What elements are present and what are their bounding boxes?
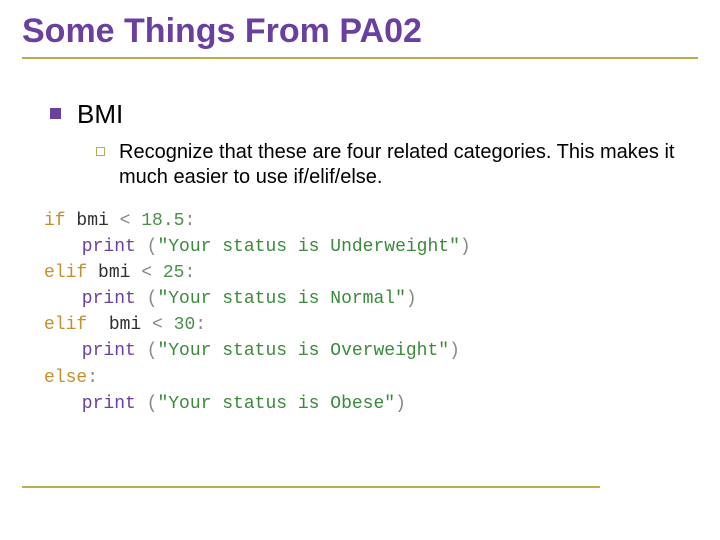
code-line-8: print ("Your status is Obese") <box>44 391 698 417</box>
rparen: ) <box>406 289 417 309</box>
str-normal: "Your status is Normal" <box>157 289 405 309</box>
colon: : <box>195 315 206 335</box>
code-line-7: else: <box>44 365 698 391</box>
kw-if: if <box>44 211 66 231</box>
ident-bmi: bmi <box>76 211 108 231</box>
code-line-5: elif bmi < 30: <box>44 312 698 338</box>
colon: : <box>184 263 195 283</box>
ident-bmi: bmi <box>109 315 141 335</box>
ident-bmi: bmi <box>98 263 130 283</box>
kw-elif: elif <box>44 315 87 335</box>
slide: Some Things From PA02 BMI Recognize that… <box>0 0 720 540</box>
code-line-3: elif bmi < 25: <box>44 260 698 286</box>
code-space <box>136 341 147 361</box>
code-space <box>87 263 98 283</box>
code-space <box>136 237 147 257</box>
fn-print: print <box>82 237 136 257</box>
num-25: 25 <box>163 263 185 283</box>
code-space <box>87 315 109 335</box>
kw-else: else <box>44 368 87 388</box>
str-overweight: "Your status is Overweight" <box>157 341 449 361</box>
square-bullet-icon <box>50 108 61 119</box>
op-lt: < <box>130 263 162 283</box>
footer-rule <box>22 486 600 488</box>
kw-elif: elif <box>44 263 87 283</box>
code-line-4: print ("Your status is Normal") <box>44 286 698 312</box>
op-lt: < <box>141 315 173 335</box>
fn-print: print <box>82 341 136 361</box>
colon: : <box>184 211 195 231</box>
bullet-level2: Recognize that these are four related ca… <box>96 140 698 190</box>
bullet-level1: BMI <box>50 99 698 130</box>
code-space <box>66 211 77 231</box>
str-obese: "Your status is Obese" <box>157 394 395 414</box>
fn-print: print <box>82 394 136 414</box>
code-line-6: print ("Your status is Overweight") <box>44 338 698 364</box>
fn-print: print <box>82 289 136 309</box>
num-18-5: 18.5 <box>141 211 184 231</box>
lparen: ( <box>147 237 158 257</box>
code-line-1: if bmi < 18.5: <box>44 208 698 234</box>
code-line-2: print ("Your status is Underweight") <box>44 234 698 260</box>
lparen: ( <box>147 394 158 414</box>
str-underweight: "Your status is Underweight" <box>157 237 459 257</box>
hollow-square-bullet-icon <box>96 147 105 156</box>
page-title: Some Things From PA02 <box>22 12 698 51</box>
colon: : <box>87 368 98 388</box>
lparen: ( <box>147 289 158 309</box>
lparen: ( <box>147 341 158 361</box>
bullet1-text: BMI <box>77 99 123 130</box>
code-snippet: if bmi < 18.5: print ("Your status is Un… <box>44 208 698 417</box>
bullet2-text: Recognize that these are four related ca… <box>119 140 679 190</box>
op-lt: < <box>109 211 141 231</box>
title-underline <box>22 57 698 59</box>
code-space <box>136 289 147 309</box>
code-space <box>136 394 147 414</box>
rparen: ) <box>395 394 406 414</box>
rparen: ) <box>449 341 460 361</box>
num-30: 30 <box>174 315 196 335</box>
rparen: ) <box>460 237 471 257</box>
